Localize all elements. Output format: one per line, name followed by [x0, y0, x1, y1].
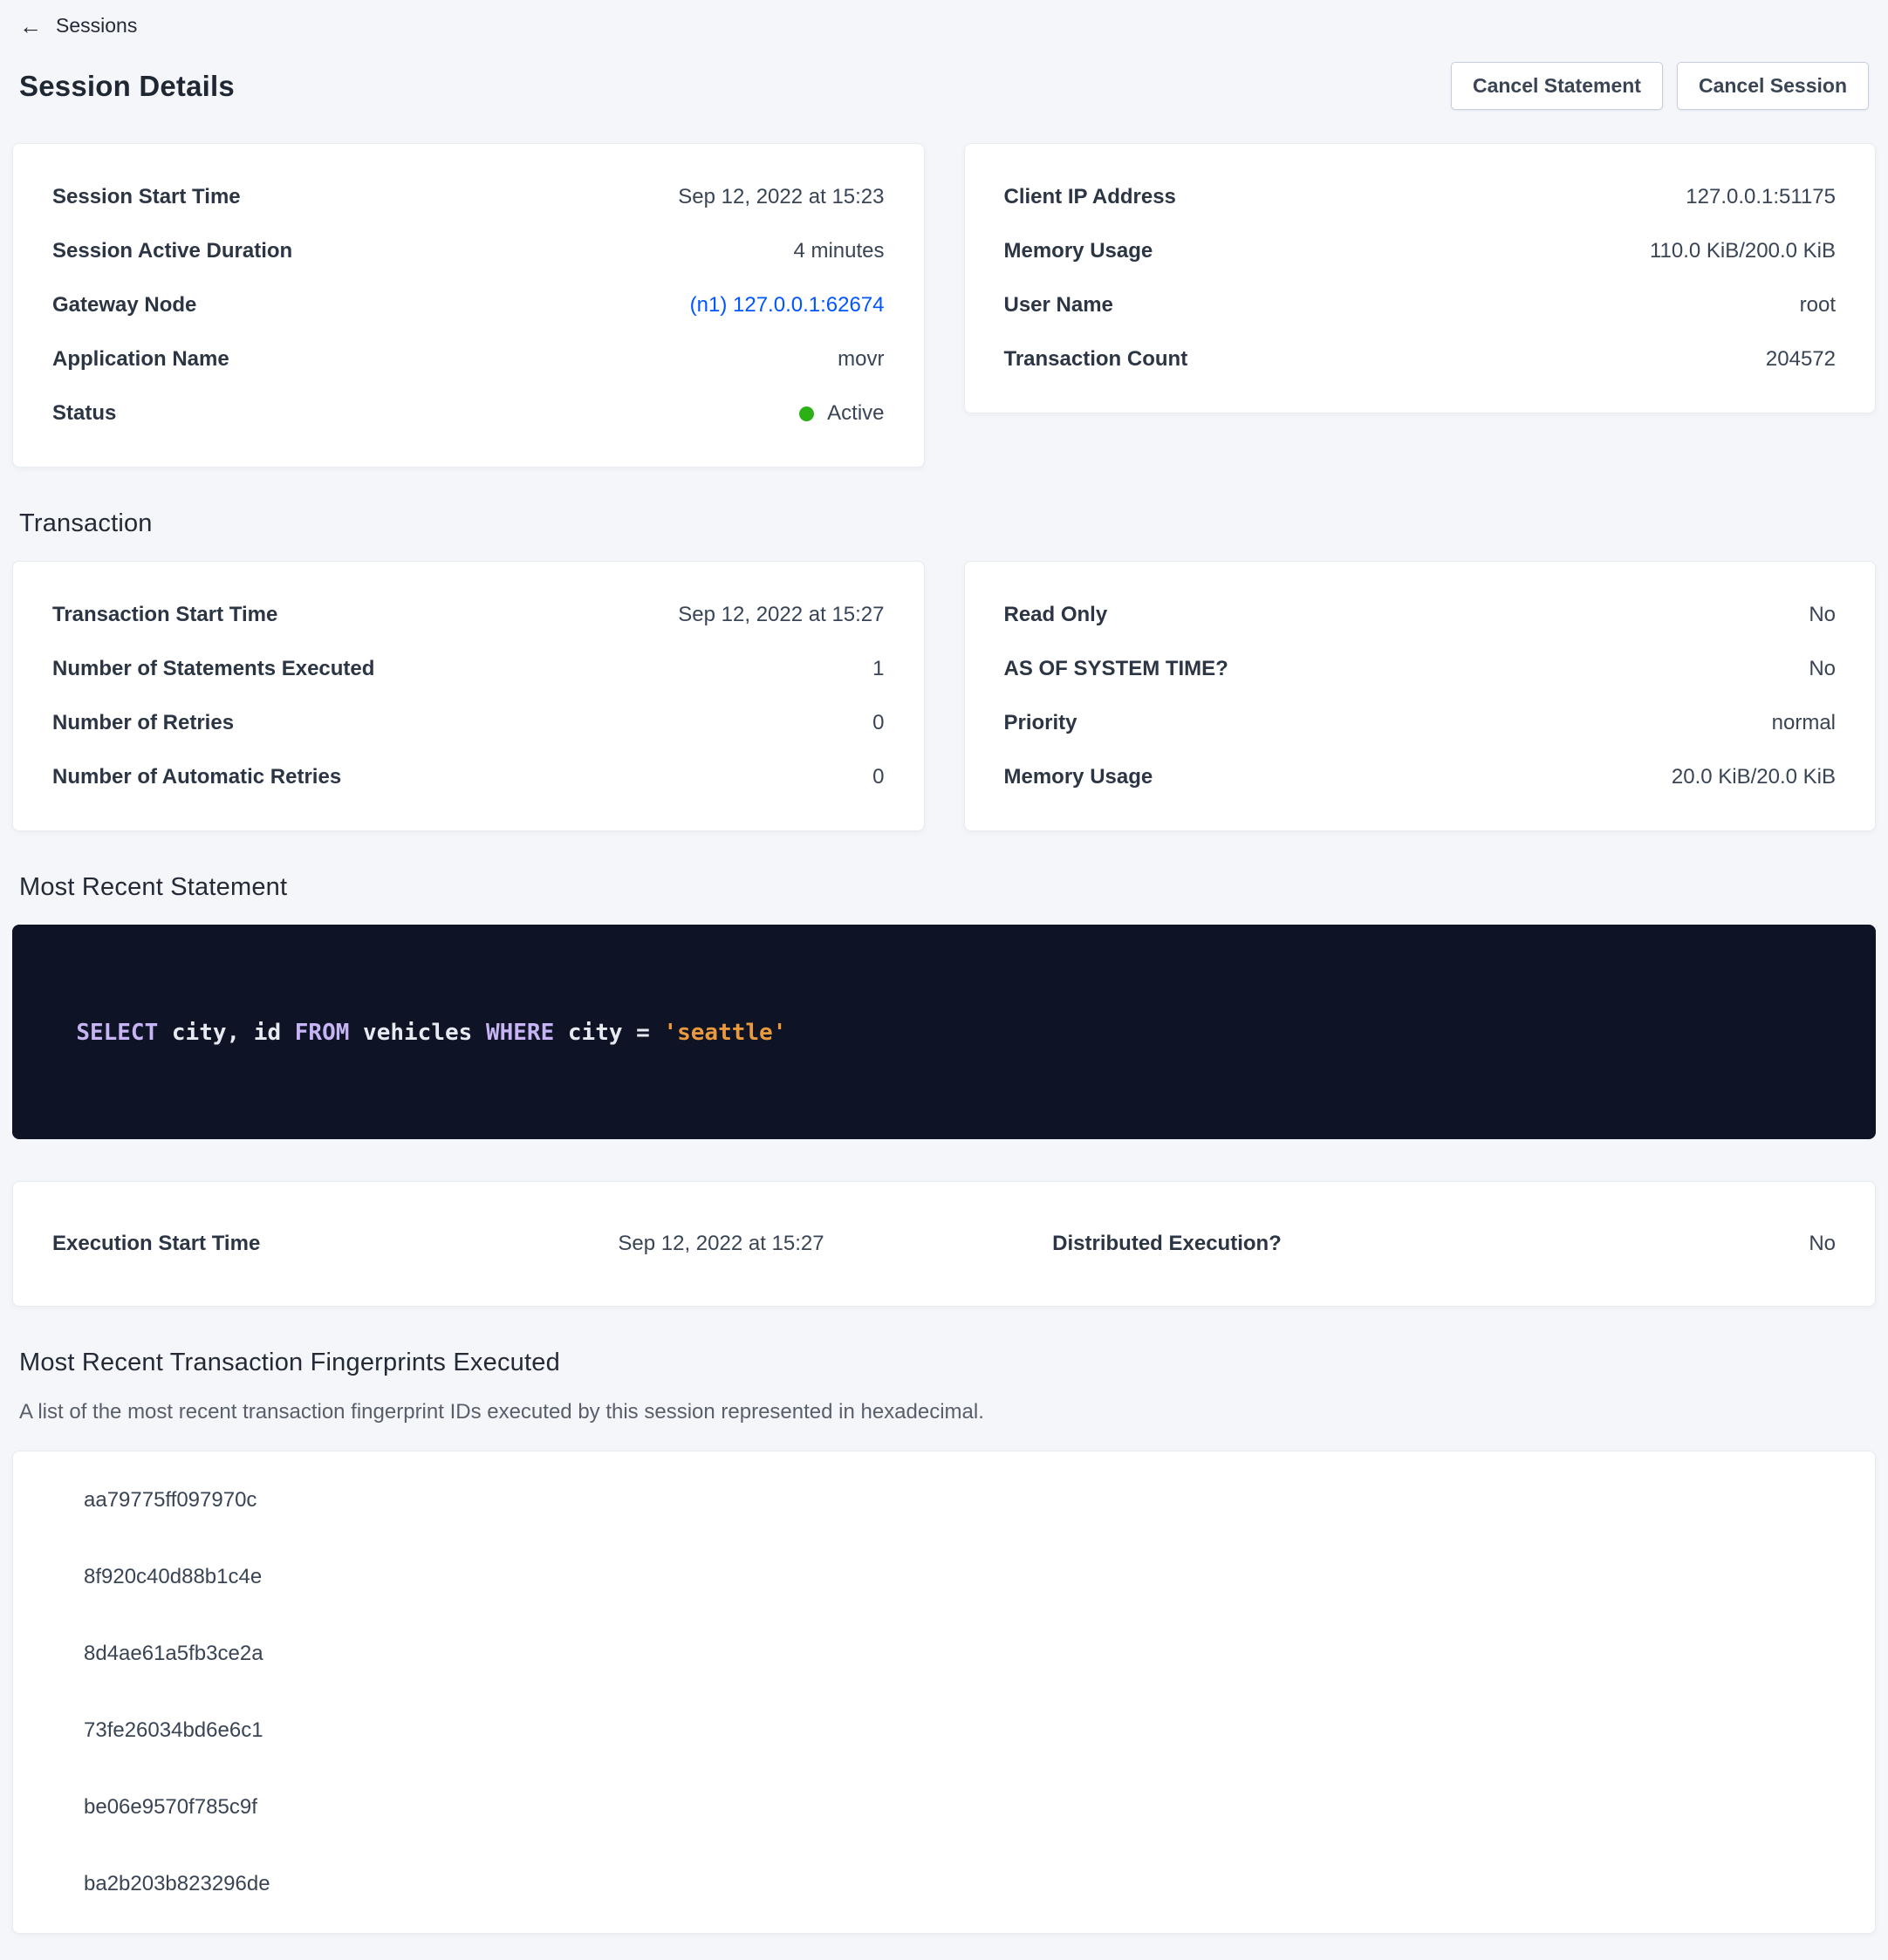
info-row: Number of Statements Executed 1: [52, 656, 885, 682]
info-row-label: Memory Usage: [1004, 764, 1153, 790]
info-row-value: 20.0 KiB/20.0 KiB: [1672, 764, 1836, 790]
info-row-label: Number of Statements Executed: [52, 656, 374, 682]
info-row-label: AS OF SYSTEM TIME?: [1004, 656, 1228, 682]
info-row-label: Gateway Node: [52, 292, 196, 318]
info-row-value: 110.0 KiB/200.0 KiB: [1650, 238, 1836, 264]
info-row-value: No: [1809, 656, 1836, 682]
page-header: Session Details Cancel Statement Cancel …: [19, 62, 1869, 110]
cancel-session-button[interactable]: Cancel Session: [1677, 62, 1869, 110]
info-row-value: Active: [799, 400, 884, 427]
info-row-value: Sep 12, 2022 at 15:27: [678, 602, 884, 628]
sql-token: vehicles: [349, 1020, 486, 1046]
info-row-value: 127.0.0.1:51175: [1686, 184, 1836, 210]
execution-start-time-label: Execution Start Time: [52, 1231, 498, 1257]
info-row-value: normal: [1772, 710, 1836, 736]
breadcrumb[interactable]: ← Sessions: [12, 0, 144, 38]
info-row: Transaction Count 204572: [1004, 346, 1837, 372]
info-row-label: Priority: [1004, 710, 1077, 736]
info-row: Application Name movr: [52, 346, 885, 372]
info-row: AS OF SYSTEM TIME? No: [1004, 656, 1837, 682]
info-row-label: Transaction Start Time: [52, 602, 277, 628]
info-row-label: Number of Retries: [52, 710, 234, 736]
info-row-value: 4 minutes: [793, 238, 884, 264]
fingerprints-card: aa79775ff097970c 8f920c40d88b1c4e 8d4ae6…: [12, 1451, 1876, 1934]
info-row: Session Start Time Sep 12, 2022 at 15:23: [52, 184, 885, 210]
info-row-label: Client IP Address: [1004, 184, 1176, 210]
cancel-statement-button[interactable]: Cancel Statement: [1451, 62, 1663, 110]
info-row-label: User Name: [1004, 292, 1113, 318]
sql-token: SELECT: [76, 1020, 158, 1046]
fingerprint-id: ba2b203b823296de: [52, 1846, 1836, 1922]
sql-statement-box: SELECT city, id FROM vehicles WHERE city…: [12, 925, 1876, 1139]
info-row: Client IP Address 127.0.0.1:51175: [1004, 184, 1837, 210]
fingerprint-id: 8d4ae61a5fb3ce2a: [52, 1615, 1836, 1692]
fingerprints-section-heading: Most Recent Transaction Fingerprints Exe…: [19, 1349, 1869, 1377]
info-row-value: root: [1800, 292, 1836, 318]
info-row-label: Session Start Time: [52, 184, 241, 210]
transaction-row: Transaction Start Time Sep 12, 2022 at 1…: [12, 561, 1876, 831]
info-row-value: Sep 12, 2022 at 15:23: [678, 184, 884, 210]
info-row: Priority normal: [1004, 710, 1837, 736]
info-row-label: Read Only: [1004, 602, 1108, 628]
info-row: Memory Usage 110.0 KiB/200.0 KiB: [1004, 238, 1837, 264]
breadcrumb-sessions-link[interactable]: Sessions: [56, 14, 137, 38]
info-row: Status Active: [52, 400, 885, 427]
info-row-value: 0: [872, 764, 884, 790]
info-row-label: Transaction Count: [1004, 346, 1188, 372]
info-row: User Name root: [1004, 292, 1837, 318]
info-row-label: Status: [52, 400, 116, 427]
info-row: Gateway Node (n1) 127.0.0.1:62674: [52, 292, 885, 318]
execution-card: Execution Start Time Sep 12, 2022 at 15:…: [12, 1181, 1876, 1307]
info-row: Memory Usage 20.0 KiB/20.0 KiB: [1004, 764, 1837, 790]
fingerprint-id: 8f920c40d88b1c4e: [52, 1539, 1836, 1615]
distributed-execution-value: No: [1390, 1231, 1836, 1257]
info-row-value: 1: [872, 656, 884, 682]
info-row: Read Only No: [1004, 602, 1837, 628]
sql-token: city, id: [158, 1020, 295, 1046]
info-row: Number of Automatic Retries 0: [52, 764, 885, 790]
info-row-value: 0: [872, 710, 884, 736]
back-arrow-icon: ←: [19, 15, 42, 38]
info-row: Number of Retries 0: [52, 710, 885, 736]
statement-section-heading: Most Recent Statement: [19, 873, 1869, 902]
transaction-card-left: Transaction Start Time Sep 12, 2022 at 1…: [12, 561, 925, 831]
info-row-label: Session Active Duration: [52, 238, 292, 264]
fingerprints-description: A list of the most recent transaction fi…: [19, 1400, 1869, 1424]
info-row-label: Application Name: [52, 346, 229, 372]
session-details-page: ← Sessions Session Details Cancel Statem…: [0, 0, 1888, 1960]
sql-token: city =: [554, 1020, 663, 1046]
transaction-section-heading: Transaction: [19, 509, 1869, 538]
distributed-execution-label: Distributed Execution?: [944, 1231, 1390, 1257]
sql-token: FROM: [295, 1020, 350, 1046]
transaction-card-right: Read Only No AS OF SYSTEM TIME? No Prior…: [964, 561, 1877, 831]
fingerprint-id: be06e9570f785c9f: [52, 1769, 1836, 1846]
gateway-node-link[interactable]: (n1) 127.0.0.1:62674: [690, 292, 885, 318]
info-row-value: No: [1809, 602, 1836, 628]
fingerprint-id: 73fe26034bd6e6c1: [52, 1692, 1836, 1769]
execution-start-time-value: Sep 12, 2022 at 15:27: [498, 1231, 944, 1257]
page-title: Session Details: [19, 70, 235, 103]
info-row: Session Active Duration 4 minutes: [52, 238, 885, 264]
sql-token: 'seattle': [663, 1020, 786, 1046]
session-summary-row: Session Start Time Sep 12, 2022 at 15:23…: [12, 143, 1876, 468]
session-info-card-left: Session Start Time Sep 12, 2022 at 15:23…: [12, 143, 925, 468]
sql-token: WHERE: [486, 1020, 554, 1046]
session-info-card-right: Client IP Address 127.0.0.1:51175 Memory…: [964, 143, 1877, 413]
info-row-label: Memory Usage: [1004, 238, 1153, 264]
info-row-value: movr: [838, 346, 884, 372]
info-row-label: Number of Automatic Retries: [52, 764, 341, 790]
header-actions: Cancel Statement Cancel Session: [1451, 62, 1869, 110]
info-row: Transaction Start Time Sep 12, 2022 at 1…: [52, 602, 885, 628]
info-row-value: 204572: [1766, 346, 1836, 372]
fingerprint-id: aa79775ff097970c: [52, 1462, 1836, 1539]
